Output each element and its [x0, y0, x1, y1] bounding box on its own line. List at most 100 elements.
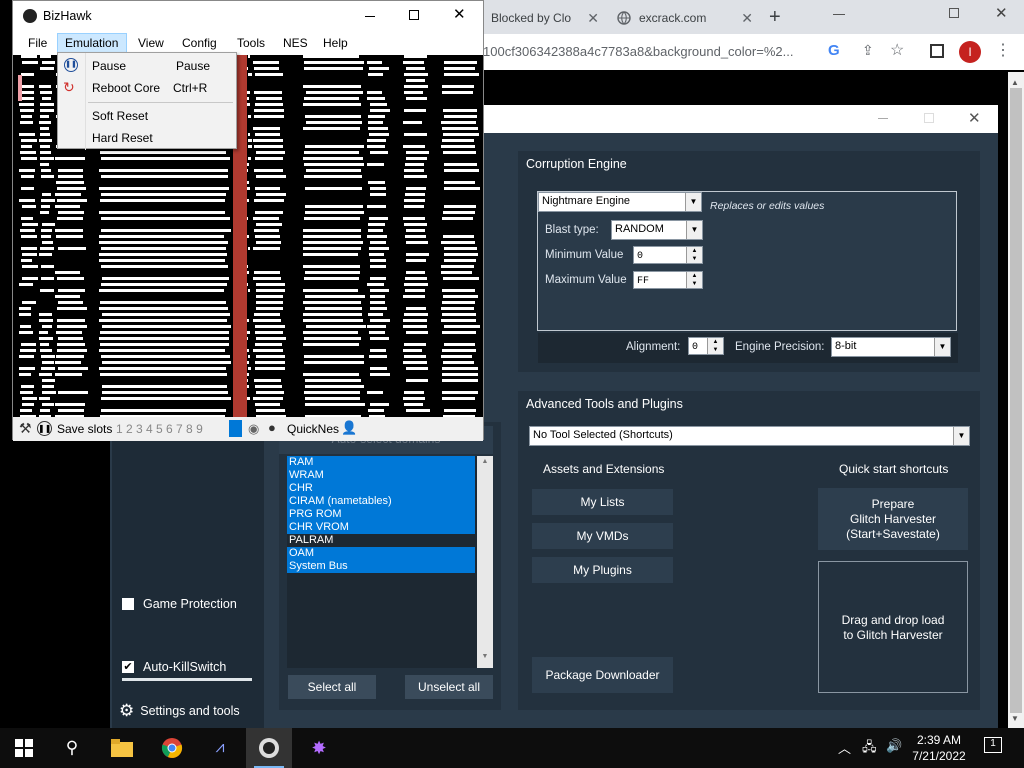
controller-icon[interactable]: ◉	[248, 421, 259, 437]
menu-help[interactable]: Help	[323, 36, 348, 50]
domain-item[interactable]: OAM	[287, 547, 475, 560]
scroll-down-icon[interactable]: ▼	[1011, 714, 1019, 723]
spinner-icon[interactable]: ▲ ▼	[707, 338, 723, 354]
restore-icon[interactable]	[949, 8, 959, 18]
spinner-icon[interactable]: ▲ ▼	[686, 272, 702, 288]
menu-nes[interactable]: NES	[283, 36, 308, 50]
pause-icon[interactable]: ❚❚	[37, 421, 52, 436]
close-window-icon[interactable]: ✕	[995, 4, 1008, 22]
game-protection-checkbox[interactable]: Game Protection	[122, 596, 252, 612]
search-icon[interactable]: ⚲	[58, 734, 86, 762]
tool-select[interactable]: No Tool Selected (Shortcuts) ▼	[529, 426, 970, 446]
minimize-icon[interactable]	[365, 16, 375, 17]
menu-item-pause[interactable]: ❚❚ Pause Pause	[58, 55, 236, 75]
glitch-stripe	[406, 157, 427, 160]
domain-item[interactable]: PALRAM	[287, 534, 475, 547]
domain-item[interactable]: WRAM	[287, 469, 475, 482]
glitch-stripe	[99, 259, 225, 262]
google-icon[interactable]: G	[828, 42, 840, 59]
scroll-thumb[interactable]	[1010, 88, 1022, 713]
glitch-stripe	[19, 283, 33, 286]
file-explorer-icon[interactable]	[108, 734, 136, 762]
max-value-input[interactable]: FF ▲ ▼	[633, 271, 703, 289]
domain-item[interactable]: CIRAM (nametables)	[287, 495, 475, 508]
menu-view[interactable]: View	[138, 36, 164, 50]
glitch-stripe	[303, 319, 363, 322]
tab-excrack[interactable]: excrack.com ✕	[607, 4, 757, 32]
page-scrollbar[interactable]: ▲ ▼	[1008, 72, 1024, 728]
glitch-stripe	[256, 223, 282, 226]
menu-item-reboot-core[interactable]: ↻ Reboot Core Ctrl+R	[58, 77, 236, 97]
network-icon[interactable]: 🖧	[862, 738, 877, 760]
profile-avatar[interactable]: I	[959, 41, 981, 63]
clock[interactable]: 2:39 AM 7/21/2022	[912, 732, 966, 764]
minimize-icon[interactable]	[878, 118, 888, 119]
prepare-glitch-harvester-button[interactable]: Prepare Glitch Harvester (Start+Savestat…	[818, 488, 968, 550]
glitch-stripe	[101, 355, 230, 358]
min-value-input[interactable]: 0 ▲ ▼	[633, 246, 703, 264]
windows-start-icon[interactable]	[10, 734, 38, 762]
glitch-stripe	[253, 247, 280, 250]
domain-item[interactable]: CHR VROM	[287, 521, 475, 534]
close-icon[interactable]: ✕	[741, 10, 753, 27]
glitch-stripe	[306, 91, 363, 94]
scroll-up-icon[interactable]: ▲	[477, 458, 493, 465]
chevron-up-icon[interactable]: ︿	[838, 738, 851, 757]
domain-item[interactable]: System Bus	[287, 560, 475, 573]
glitch-stripe	[367, 91, 382, 94]
select-all-button[interactable]: Select all	[288, 675, 376, 699]
my-vmds-button[interactable]: My VMDs	[532, 523, 673, 549]
scroll-up-icon[interactable]: ▲	[1011, 78, 1019, 87]
settings-tools-button[interactable]: ⚙ Settings and tools	[119, 701, 259, 720]
killswitch-bar	[122, 678, 252, 681]
close-icon[interactable]: ✕	[968, 109, 981, 127]
auto-killswitch-checkbox[interactable]: ✔ Auto-KillSwitch	[122, 659, 252, 675]
list-scrollbar[interactable]: ▲ ▼	[477, 456, 493, 668]
menu-config[interactable]: Config	[182, 36, 217, 50]
minimize-icon[interactable]	[833, 14, 845, 15]
tab-blocked[interactable]: Blocked by Clo ✕	[483, 4, 603, 32]
share-icon[interactable]: ⇪	[862, 42, 874, 59]
volume-icon[interactable]: 🔊	[886, 738, 902, 754]
spinner-icon[interactable]: ▲ ▼	[686, 247, 702, 263]
scroll-down-icon[interactable]: ▼	[477, 653, 493, 660]
new-tab-button[interactable]: +	[769, 6, 781, 29]
bizhawk-taskbar-icon[interactable]	[255, 734, 283, 762]
package-downloader-button[interactable]: Package Downloader	[532, 657, 673, 693]
maximize-icon[interactable]	[924, 113, 934, 123]
my-plugins-button[interactable]: My Plugins	[532, 557, 673, 583]
taskbar: ⚲ ⩘ ✸ ︿ 🖧 🔊 2:39 AM 7/21/2022 1	[0, 728, 1024, 768]
rtc-taskbar-icon[interactable]: ✸	[305, 734, 333, 762]
kebab-menu-icon[interactable]: ⋮	[995, 40, 1011, 60]
sidepanel-icon[interactable]	[930, 44, 944, 58]
save-slot-0[interactable]	[229, 420, 242, 437]
close-icon[interactable]: ✕	[453, 5, 466, 23]
glitch-stripe	[304, 217, 360, 220]
engine-select[interactable]: Nightmare Engine ▼	[538, 192, 702, 212]
menu-item-hard-reset[interactable]: Hard Reset	[58, 127, 236, 147]
engine-precision-select[interactable]: 8-bit ▼	[831, 337, 951, 357]
chrome-icon[interactable]	[158, 734, 186, 762]
my-lists-button[interactable]: My Lists	[532, 489, 673, 515]
star-icon[interactable]: ☆	[890, 40, 904, 60]
menu-tools[interactable]: Tools	[237, 36, 265, 50]
drag-drop-zone[interactable]: Drag and drop load to Glitch Harvester	[818, 561, 968, 693]
glitch-stripe	[303, 157, 363, 160]
menu-item-soft-reset[interactable]: Soft Reset	[58, 105, 236, 125]
close-icon[interactable]: ✕	[587, 10, 599, 27]
menu-file[interactable]: File	[28, 36, 47, 50]
glitch-stripe	[41, 265, 54, 268]
domain-item[interactable]: PRG ROM	[287, 508, 475, 521]
alignment-input[interactable]: 0 ▲ ▼	[688, 337, 724, 355]
glitch-stripe	[99, 289, 224, 292]
domains-list[interactable]: RAM WRAM CHR CIRAM (nametables) PRG ROM CHR V…	[287, 456, 493, 668]
app-icon-waves[interactable]: ⩘	[206, 734, 234, 762]
blast-type-select[interactable]: RANDOM ▼	[611, 220, 703, 240]
domain-item[interactable]: RAM	[287, 456, 475, 469]
domain-item[interactable]: CHR	[287, 482, 475, 495]
maximize-icon[interactable]	[409, 10, 419, 20]
address-bar[interactable]: 100cf306342388a4c7783a8&background_color…	[483, 34, 1024, 70]
notification-icon[interactable]: 1	[984, 737, 1002, 753]
menu-emulation[interactable]: Emulation	[65, 36, 118, 50]
unselect-all-button[interactable]: Unselect all	[405, 675, 493, 699]
